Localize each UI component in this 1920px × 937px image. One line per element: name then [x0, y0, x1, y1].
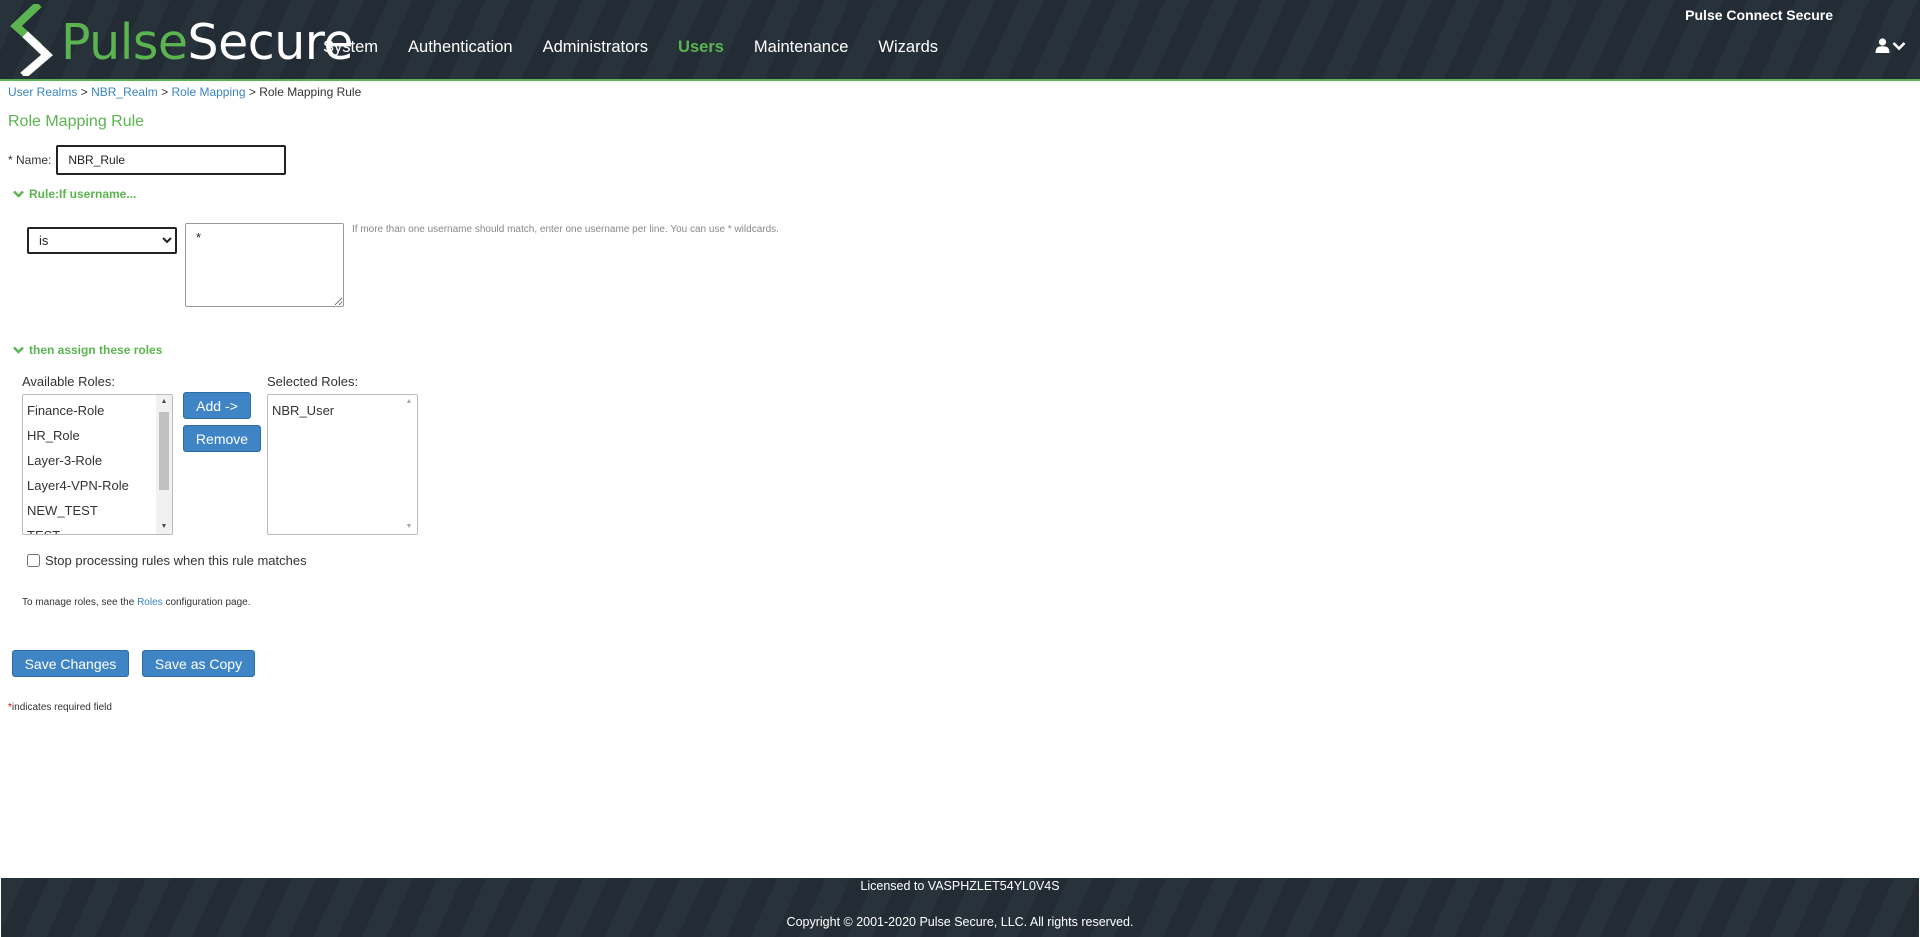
chevron-down-icon — [13, 190, 24, 198]
main-nav: System Authentication Administrators Use… — [323, 38, 968, 57]
nav-system[interactable]: System — [323, 38, 378, 57]
breadcrumb-separator: > — [80, 85, 88, 99]
rule-section-toggle[interactable]: Rule:If username... — [13, 187, 136, 201]
selected-roles-list[interactable]: NBR_User ▲ ▼ — [267, 394, 418, 535]
breadcrumb-separator: > — [161, 85, 169, 99]
scroll-down-arrow-icon[interactable]: ▼ — [156, 520, 172, 534]
scroll-up-arrow-icon[interactable]: ▲ — [156, 395, 172, 409]
required-field-note: *indicates required field — [8, 702, 112, 713]
logo-wordmark: PulseSecure — [61, 18, 354, 67]
footer: Licensed to VASPHZLET54YL0V4S Copyright … — [1, 878, 1919, 937]
breadcrumb: User Realms > NBR_Realm > Role Mapping >… — [8, 85, 361, 99]
scroll-down-arrow-icon: ▼ — [405, 523, 413, 530]
name-label: * Name: — [8, 153, 52, 167]
available-roles-scrollbar[interactable]: ▲ ▼ — [156, 395, 172, 534]
selected-roles-label: Selected Roles: — [267, 374, 359, 389]
pulse-logo-icon — [10, 4, 53, 76]
manage-roles-note: To manage roles, see the Roles configura… — [22, 597, 251, 608]
assign-roles-section-label: then assign these roles — [29, 343, 163, 357]
product-name: Pulse Connect Secure — [1685, 7, 1833, 23]
pulse-secure-logo[interactable]: PulseSecure — [6, 4, 354, 76]
stop-processing-row[interactable]: Stop processing rules when this rule mat… — [27, 553, 307, 568]
nav-administrators[interactable]: Administrators — [543, 38, 648, 57]
chevron-down-icon — [1892, 41, 1906, 50]
user-icon — [1875, 38, 1890, 53]
top-header: PulseSecure System Authentication Admini… — [0, 0, 1920, 81]
save-as-copy-button[interactable]: Save as Copy — [142, 650, 255, 677]
required-note-text: indicates required field — [11, 702, 112, 713]
selected-roles-scrollbar: ▲ ▼ — [401, 395, 417, 534]
available-roles-label: Available Roles: — [22, 374, 115, 389]
name-input[interactable] — [56, 145, 287, 175]
remove-role-button[interactable]: Remove — [183, 425, 261, 452]
breadcrumb-current: Role Mapping Rule — [259, 85, 362, 99]
stop-processing-label: Stop processing rules when this rule mat… — [45, 553, 307, 568]
save-changes-button[interactable]: Save Changes — [12, 650, 129, 677]
breadcrumb-nbr-realm[interactable]: NBR_Realm — [91, 85, 158, 99]
role-option-layer4-vpn[interactable]: Layer4-VPN-Role — [27, 473, 172, 498]
available-roles-list[interactable]: Finance-Role HR_Role Layer-3-Role Layer4… — [22, 394, 173, 535]
manage-note-prefix: To manage roles, see the — [22, 597, 135, 608]
user-menu[interactable] — [1875, 38, 1906, 53]
role-option-layer3[interactable]: Layer-3-Role — [27, 448, 172, 473]
nav-authentication[interactable]: Authentication — [408, 38, 513, 57]
role-option-finance[interactable]: Finance-Role — [27, 398, 172, 423]
role-option-hr[interactable]: HR_Role — [27, 423, 172, 448]
scroll-up-arrow-icon: ▲ — [405, 398, 413, 405]
roles-link[interactable]: Roles — [137, 597, 163, 608]
nav-users[interactable]: Users — [678, 38, 724, 57]
logo-word-pulse: Pulse — [61, 14, 188, 71]
breadcrumb-separator: > — [248, 85, 256, 99]
page-title: Role Mapping Rule — [8, 113, 145, 130]
username-hint: If more than one username should match, … — [352, 224, 779, 235]
name-row: * Name: — [8, 145, 287, 175]
selected-role-option[interactable]: NBR_User — [272, 398, 417, 423]
rule-section-label: Rule:If username... — [29, 187, 137, 201]
nav-maintenance[interactable]: Maintenance — [754, 38, 848, 57]
role-option-new-test[interactable]: NEW_TEST — [27, 498, 172, 523]
nav-wizards[interactable]: Wizards — [878, 38, 938, 57]
role-option-test[interactable]: TEST — [27, 523, 172, 534]
manage-note-suffix: configuration page. — [165, 597, 251, 608]
assign-roles-section-toggle[interactable]: then assign these roles — [13, 343, 162, 357]
chevron-down-icon — [13, 346, 24, 354]
username-textarea[interactable]: * — [185, 223, 344, 307]
copyright-text: Copyright © 2001-2020 Pulse Secure, LLC.… — [786, 915, 1134, 929]
license-text: Licensed to VASPHZLET54YL0V4S — [860, 879, 1060, 893]
username-operator-select[interactable]: is — [27, 227, 177, 254]
breadcrumb-role-mapping[interactable]: Role Mapping — [171, 85, 245, 99]
breadcrumb-user-realms[interactable]: User Realms — [8, 85, 77, 99]
stop-processing-checkbox[interactable] — [27, 554, 40, 567]
add-role-button[interactable]: Add -> — [183, 392, 251, 419]
scrollbar-thumb[interactable] — [159, 412, 169, 490]
